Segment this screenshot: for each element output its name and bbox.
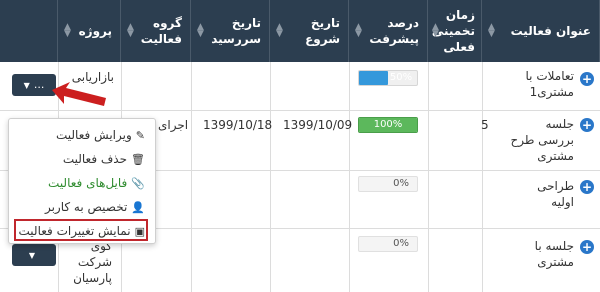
header-actions	[0, 0, 58, 62]
header-activity-title[interactable]: عنوان فعالیت ▲ ▼	[482, 0, 600, 62]
activity-title[interactable]: تعاملات با مشتری1	[526, 68, 574, 100]
project-name: کوی شرکت پارسیان	[73, 238, 112, 286]
progress-fill	[359, 71, 388, 85]
more-actions-button[interactable]: ▼	[12, 244, 56, 266]
header-label: پیشرفت	[369, 32, 419, 46]
activity-title[interactable]: جلسه بررسی طرح مشتری	[510, 116, 574, 164]
user-plus-icon: 👤	[131, 201, 145, 214]
header-label: شروع	[305, 32, 340, 46]
header-label: گروه	[153, 16, 182, 30]
expand-plus-icon[interactable]: +	[580, 240, 594, 254]
sort-icon: ▲ ▼	[276, 22, 283, 39]
header-project[interactable]: پروژه ▲ ▼	[58, 0, 121, 62]
more-actions-label: ...	[33, 78, 45, 91]
expand-plus-icon[interactable]: +	[580, 180, 594, 194]
edit-icon: ✎	[135, 129, 145, 142]
header-due-date[interactable]: تاریخ سررسید ▲ ▼	[191, 0, 270, 62]
header-label: تاریخ	[310, 16, 340, 30]
pointer-arrow-icon	[52, 82, 106, 106]
sort-icon: ▲ ▼	[432, 22, 439, 39]
chevron-down-icon: ▼	[28, 251, 36, 260]
activity-title[interactable]: جلسه با مشتری	[535, 238, 574, 270]
estimated-time: 5	[481, 118, 489, 132]
menu-item-delete-activity[interactable]: 🗑حذف فعالیت	[63, 151, 145, 168]
header-label: پروژه	[78, 24, 112, 38]
title-line: مشتری	[537, 255, 574, 269]
title-line: بررسی طرح	[510, 133, 574, 147]
expand-plus-icon[interactable]: +	[580, 72, 594, 86]
progress-label: 0%	[393, 238, 409, 249]
title-line: اولیه	[551, 195, 574, 209]
chevron-down-icon: ▼	[23, 81, 30, 90]
column-divider	[482, 62, 483, 292]
header-label: عنوان فعالیت	[510, 24, 591, 38]
title-line: جلسه با	[534, 239, 574, 253]
trash-icon: 🗑	[131, 153, 145, 166]
sort-icon: ▲ ▼	[197, 22, 204, 39]
start-date: 1399/10/09	[283, 118, 353, 132]
progress-bar: 100%	[358, 117, 418, 133]
menu-item-activity-files[interactable]: 📎فایل‌های فعالیت	[48, 175, 145, 192]
header-estimated-time[interactable]: زمان تخمینی فعلی ▲ ▼	[428, 0, 482, 62]
menu-item-label: تخصیص به کاربر	[44, 200, 128, 214]
menu-item-label: حذف فعالیت	[62, 152, 128, 166]
header-start-date[interactable]: تاریخ شروع ▲ ▼	[270, 0, 349, 62]
header-label: فعلی	[443, 40, 475, 54]
column-divider	[349, 62, 350, 292]
activity-title[interactable]: طراحی اولیه	[537, 178, 574, 210]
progress-bar: 50%	[358, 70, 418, 86]
column-divider	[270, 62, 271, 292]
progress-bar: 0%	[358, 236, 418, 252]
title-line: مشتری	[537, 149, 574, 163]
progress-label: 0%	[393, 178, 409, 189]
progress-bar: 0%	[358, 176, 418, 192]
project-line: پارسیان	[73, 271, 112, 285]
sort-icon: ▲ ▼	[64, 22, 71, 39]
title-line: تعاملات با	[525, 69, 574, 83]
header-group[interactable]: گروه فعالیت ▲ ▼	[121, 0, 191, 62]
sort-icon: ▲ ▼	[488, 22, 495, 39]
progress-label: 50%	[389, 72, 413, 83]
activity-group: اجرای	[158, 118, 189, 132]
column-divider	[191, 62, 192, 292]
title-line: جلسه	[545, 117, 574, 131]
header-progress[interactable]: درصد پیشرفت ▲ ▼	[349, 0, 428, 62]
menu-item-edit-activity[interactable]: ✎ویرایش فعالیت	[56, 127, 145, 144]
header-label: درصد	[387, 16, 419, 30]
menu-item-assign-user[interactable]: 👤تخصیص به کاربر	[45, 199, 145, 216]
sort-icon: ▲ ▼	[127, 22, 134, 39]
progress-label: 100%	[373, 119, 403, 130]
header-label: سررسید	[211, 32, 261, 46]
header-label: فعالیت	[140, 32, 182, 46]
paperclip-icon: 📎	[131, 177, 145, 190]
header-label: زمان	[445, 8, 475, 22]
menu-item-label: ویرایش فعالیت	[55, 128, 132, 142]
due-date: 1399/10/18	[203, 118, 273, 132]
highlight-box	[14, 219, 148, 241]
title-line: طراحی	[537, 179, 574, 193]
expand-plus-icon[interactable]: +	[580, 118, 594, 132]
menu-item-label: فایل‌های فعالیت	[48, 176, 128, 190]
title-line: مشتری1	[529, 85, 574, 99]
column-divider	[428, 62, 429, 292]
project-line: شرکت	[77, 255, 112, 269]
sort-icon: ▲ ▼	[355, 22, 362, 39]
header-label: تاریخ	[231, 16, 261, 30]
